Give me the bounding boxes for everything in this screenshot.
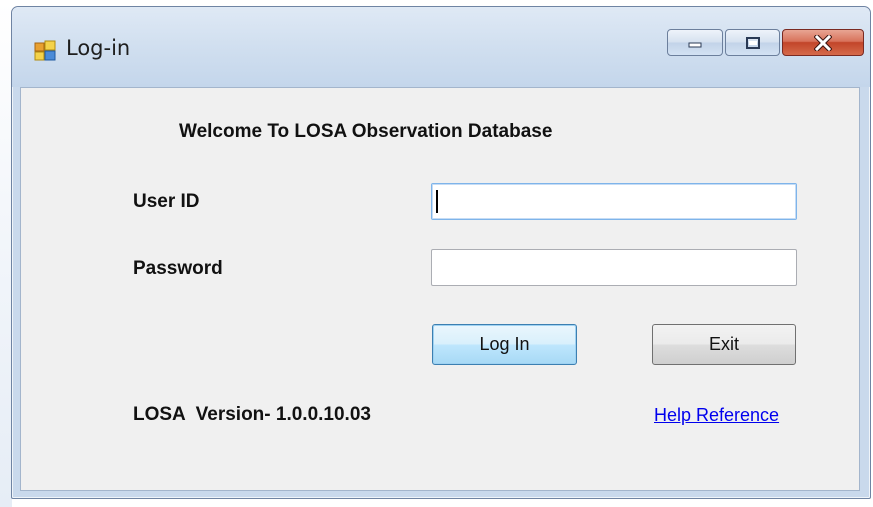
help-reference-link[interactable]: Help Reference bbox=[654, 405, 779, 426]
version-label: LOSA Version- 1.0.0.10.03 bbox=[133, 404, 371, 425]
maximize-button[interactable] bbox=[725, 29, 780, 56]
login-form: Welcome To LOSA Observation Database Use… bbox=[20, 87, 860, 491]
close-button[interactable] bbox=[782, 29, 864, 56]
minimize-button[interactable] bbox=[667, 29, 723, 56]
close-icon bbox=[814, 34, 832, 51]
app-window-icon bbox=[34, 40, 56, 61]
login-window: Log-in Welcome To LOSA Observation Datab… bbox=[11, 6, 871, 499]
login-button[interactable]: Log In bbox=[432, 324, 577, 365]
user-id-label: User ID bbox=[133, 191, 200, 212]
maximize-icon bbox=[745, 36, 760, 49]
title-bar[interactable]: Log-in bbox=[12, 7, 870, 87]
minimize-icon bbox=[688, 42, 702, 47]
password-input[interactable] bbox=[431, 249, 797, 286]
user-id-input[interactable] bbox=[431, 183, 797, 220]
window-title: Log-in bbox=[66, 36, 131, 60]
password-label: Password bbox=[133, 258, 223, 279]
text-cursor bbox=[436, 190, 438, 213]
exit-button[interactable]: Exit bbox=[652, 324, 796, 365]
welcome-heading: Welcome To LOSA Observation Database bbox=[179, 121, 553, 142]
